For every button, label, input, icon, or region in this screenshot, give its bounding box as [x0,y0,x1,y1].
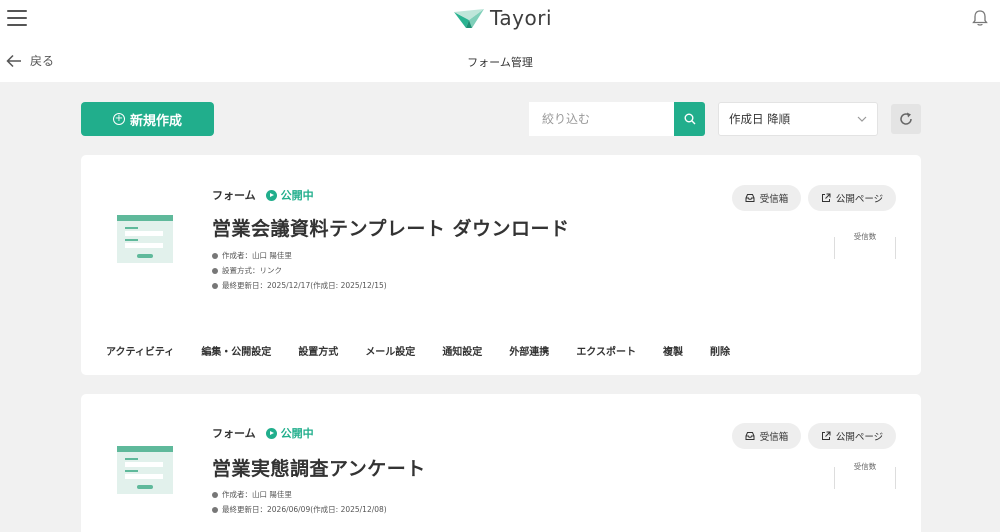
status-label: 公開中 [280,427,314,440]
external-link-icon [821,431,831,440]
action-activity[interactable]: アクティビティ [106,343,174,358]
meta-updated: 最終更新日：2026/06/09(作成日: 2025/12/08) [222,505,387,514]
page-title: フォーム管理 [467,56,533,69]
form-type-row: フォーム 公開中 [212,187,314,203]
search-box [529,102,705,136]
form-type: フォーム [212,427,256,440]
bullet-icon [212,267,218,274]
inbox-button[interactable]: 受信箱 [732,185,801,211]
new-form-button[interactable]: + 新規作成 [81,102,214,136]
status-badge: 公開中 [265,187,314,203]
bullet-icon [212,282,218,289]
search-icon [684,113,695,125]
search-input[interactable] [529,102,674,136]
form-type-row: フォーム 公開中 [212,425,314,441]
public-page-label: 公開ページ [835,432,884,443]
refresh-icon [900,112,912,125]
logo-text: Tayori [490,6,553,30]
play-circle-icon [265,189,277,201]
public-page-button[interactable]: 公開ページ [808,185,896,211]
search-button[interactable] [674,102,705,136]
action-notification-settings[interactable]: 通知設定 [442,343,482,358]
form-title[interactable]: 営業会議資料テンプレート ダウンロード [212,214,570,241]
new-form-label: 新規作成 [129,113,182,129]
bullet-icon [212,491,218,498]
meta-author: 作成者：山口 陽佳里 [222,490,292,499]
bell-icon[interactable] [970,8,990,28]
inbox-label: 受信箱 [759,194,789,205]
form-card: フォーム 公開中 営業実態調査アンケート 作成者：山口 陽佳里 最終更新日：20… [81,394,921,532]
received-count-label: 受信数 [853,462,877,471]
form-thumbnail-icon [117,215,173,263]
meta-author: 作成者：山口 陽佳里 [222,251,292,260]
plus-circle-icon: + [112,113,125,125]
form-meta: 作成者：山口 陽佳里 設置方式：リンク 最終更新日：2025/12/17(作成日… [212,248,387,293]
form-card: フォーム 公開中 営業会議資料テンプレート ダウンロード 作成者：山口 陽佳里 … [81,155,921,375]
inbox-icon [745,194,755,202]
bullet-icon [212,252,218,259]
received-count-label: 受信数 [853,232,877,241]
meta-install: 設置方式：リンク [222,266,282,275]
chevron-down-icon [857,116,867,122]
inbox-button[interactable]: 受信箱 [732,423,801,449]
sort-select[interactable]: 作成日 降順 [718,102,878,136]
top-header: Tayori [0,0,1000,36]
refresh-button[interactable] [891,104,921,134]
action-duplicate[interactable]: 複製 [663,343,683,358]
logo[interactable]: Tayori [452,5,552,31]
public-page-label: 公開ページ [835,194,884,205]
action-edit-publish[interactable]: 編集・公開設定 [201,343,271,358]
status-badge: 公開中 [265,425,314,441]
received-count: 受信数 [834,462,896,489]
form-actions: アクティビティ 編集・公開設定 設置方式 メール設定 通知設定 外部連携 エクス… [106,343,730,358]
sort-value: 作成日 降順 [729,112,791,126]
form-meta: 作成者：山口 陽佳里 最終更新日：2026/06/09(作成日: 2025/12… [212,487,387,517]
sub-header: 戻る フォーム管理 [0,36,1000,82]
inbox-label: 受信箱 [759,432,789,443]
play-circle-icon [265,427,277,439]
action-mail-settings[interactable]: メール設定 [365,343,415,358]
form-thumbnail-icon [117,446,173,494]
tayori-logo-icon [454,9,484,28]
action-delete[interactable]: 削除 [710,343,730,358]
form-title[interactable]: 営業実態調査アンケート [212,454,426,481]
action-integrations[interactable]: 外部連携 [509,343,549,358]
external-link-icon [821,193,831,202]
status-label: 公開中 [280,189,314,202]
action-export[interactable]: エクスポート [576,343,636,358]
bullet-icon [212,506,218,513]
received-count: 受信数 [834,232,896,259]
action-install-method[interactable]: 設置方式 [298,343,338,358]
inbox-icon [745,432,755,440]
form-type: フォーム [212,189,256,202]
public-page-button[interactable]: 公開ページ [808,423,896,449]
menu-icon[interactable] [7,10,27,26]
meta-updated: 最終更新日：2025/12/17(作成日: 2025/12/15) [222,281,387,290]
